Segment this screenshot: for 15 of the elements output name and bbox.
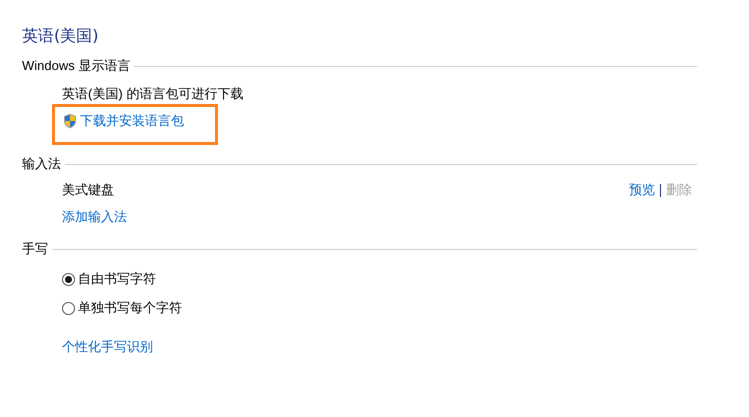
radio-button[interactable] [62,272,75,286]
section-heading: Windows 显示语言 [22,57,130,75]
handwriting-option[interactable]: 单独书写每个字符 [62,299,182,317]
page-title: 英语(美国) [22,25,100,47]
add-input-method-link[interactable]: 添加输入法 [62,208,127,226]
input-method-name: 美式键盘 [62,181,114,199]
section-heading: 手写 [22,240,48,258]
download-language-pack-link[interactable]: 下载并安装语言包 [63,112,215,130]
radio-button[interactable] [62,302,75,314]
section-heading: 输入法 [22,155,61,173]
handwriting-option[interactable]: 自由书写字符 [62,270,156,288]
download-message: 英语(美国) 的语言包可进行下载 [62,85,244,103]
personalize-handwriting-link[interactable]: 个性化手写识别 [62,338,153,356]
shield-icon [63,113,77,129]
input-method-action-link[interactable]: 预览 [629,181,655,199]
